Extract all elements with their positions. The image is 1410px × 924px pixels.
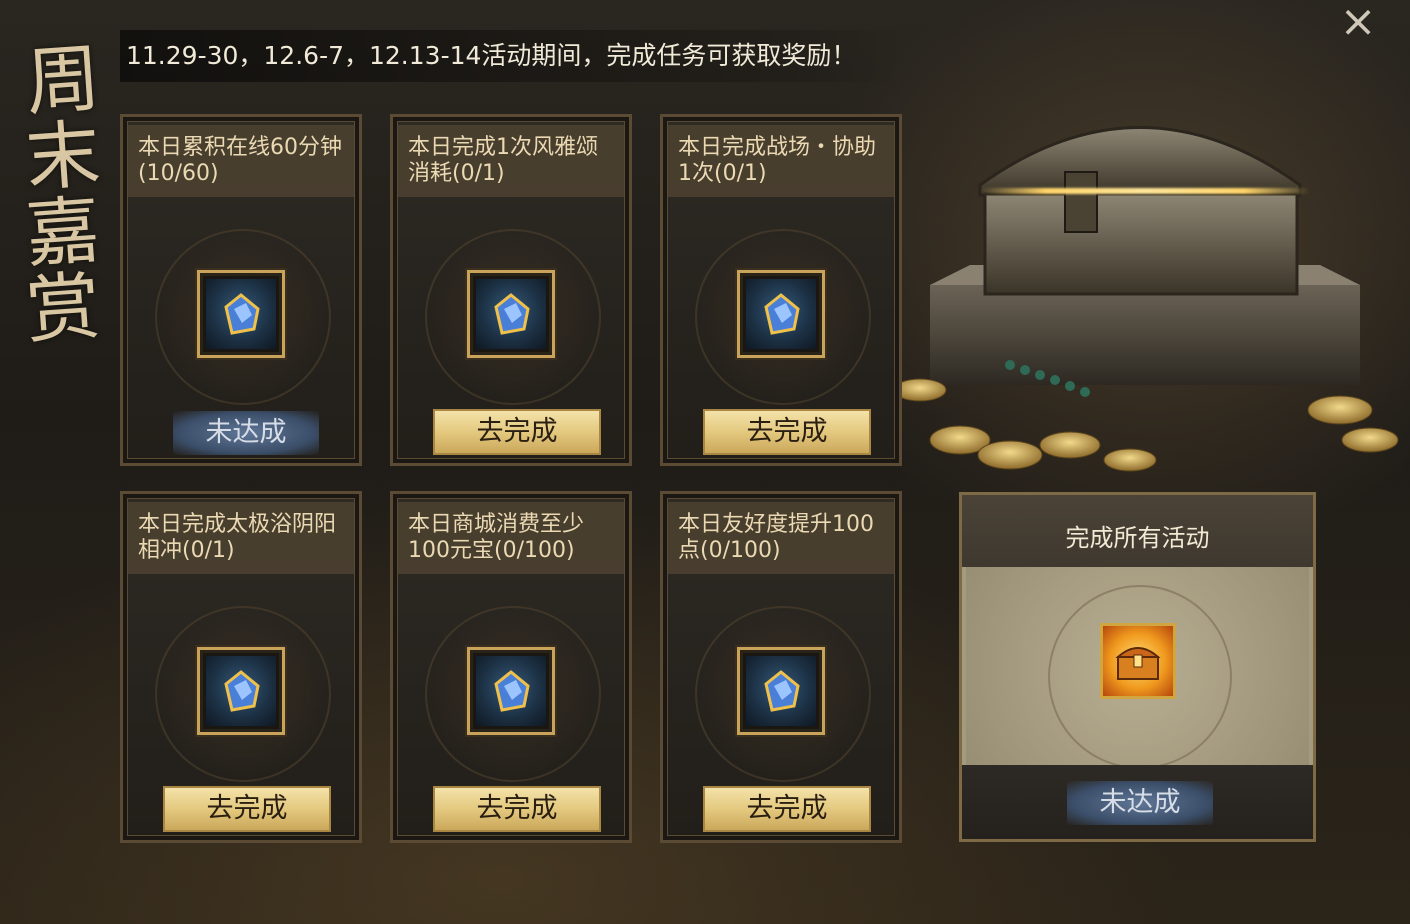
event-title-char: 嘉	[23, 187, 99, 279]
task-description: 本日完成战场・协助1次(0/1)	[668, 125, 894, 197]
close-button[interactable]: ×	[1328, 0, 1388, 44]
task-description: 本日完成太极浴阴阳相冲(0/1)	[128, 502, 354, 574]
event-title: 周 末 嘉 赏	[6, 30, 116, 360]
blue-gem-icon	[206, 656, 276, 726]
go-complete-button[interactable]: 去完成	[433, 786, 601, 832]
task-card: 本日商城消费至少100元宝(0/100) 去完成	[390, 491, 632, 843]
reward-item-slot[interactable]	[467, 647, 555, 735]
reward-item-slot[interactable]	[197, 270, 285, 358]
not-achieved-button: 未达成	[173, 411, 319, 455]
treasure-chest-illustration	[893, 60, 1410, 480]
go-complete-button[interactable]: 去完成	[703, 409, 871, 455]
task-description: 本日完成1次风雅颂消耗(0/1)	[398, 125, 624, 197]
task-description: 本日累积在线60分钟(10/60)	[128, 125, 354, 197]
task-card: 本日完成1次风雅颂消耗(0/1) 去完成	[390, 114, 632, 466]
blue-gem-icon	[746, 279, 816, 349]
close-icon: ×	[1339, 0, 1377, 47]
task-card: 本日完成战场・协助1次(0/1) 去完成	[660, 114, 902, 466]
event-period-banner: 11.29-30，12.6-7，12.13-14活动期间，完成任务可获取奖励！	[120, 30, 906, 82]
task-description: 本日友好度提升100点(0/100)	[668, 502, 894, 574]
blue-gem-icon	[476, 656, 546, 726]
reward-item-slot[interactable]	[737, 647, 825, 735]
event-title-char: 赏	[23, 263, 99, 355]
go-complete-button[interactable]: 去完成	[433, 409, 601, 455]
task-description: 本日商城消费至少100元宝(0/100)	[398, 502, 624, 574]
final-reward-title: 完成所有活动	[962, 495, 1313, 567]
final-reward-card: 完成所有活动 未达成	[959, 492, 1316, 842]
task-card: 本日累积在线60分钟(10/60) 未达成	[120, 114, 362, 466]
event-title-char: 周	[23, 35, 99, 127]
go-complete-button[interactable]: 去完成	[163, 786, 331, 832]
task-card: 本日完成太极浴阴阳相冲(0/1) 去完成	[120, 491, 362, 843]
final-reward-body	[966, 567, 1309, 769]
reward-item-slot[interactable]	[197, 647, 285, 735]
blue-gem-icon	[746, 656, 816, 726]
reward-item-slot[interactable]	[737, 270, 825, 358]
golden-chest-icon	[1114, 647, 1161, 680]
reward-item-slot[interactable]	[467, 270, 555, 358]
task-card: 本日友好度提升100点(0/100) 去完成	[660, 491, 902, 843]
reward-item-slot[interactable]	[1099, 623, 1176, 699]
blue-gem-icon	[476, 279, 546, 349]
blue-gem-icon	[206, 279, 276, 349]
event-title-char: 末	[23, 111, 99, 203]
not-achieved-button: 未达成	[1067, 781, 1213, 825]
go-complete-button[interactable]: 去完成	[703, 786, 871, 832]
chest-glow	[980, 188, 1310, 194]
